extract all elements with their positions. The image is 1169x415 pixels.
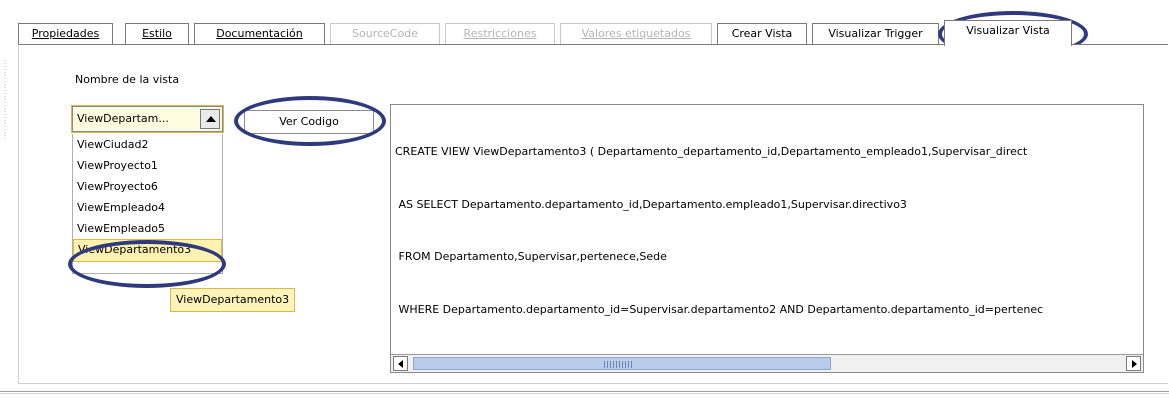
tab-documentacion[interactable]: Documentación (194, 23, 325, 44)
grip-icon (604, 361, 634, 368)
tab-restricciones[interactable]: Restricciones (445, 23, 555, 44)
tab-estilo[interactable]: Estilo (125, 23, 189, 44)
list-item[interactable]: ViewEmpleado5 (73, 218, 222, 239)
view-name-label: Nombre de la vista (75, 73, 180, 86)
view-combobox[interactable]: ViewDepartam... (71, 105, 224, 133)
list-item[interactable]: ViewEmpleado4 (73, 197, 222, 218)
window-edge (4, 60, 6, 140)
list-item[interactable]: ViewProyecto1 (73, 155, 222, 176)
list-item-selected[interactable]: ViewDepartamento3 (73, 239, 222, 262)
code-line: FROM Departamento,Supervisar,pertenece,S… (395, 250, 667, 263)
tab-visualizar-trigger[interactable]: Visualizar Trigger (812, 23, 939, 44)
scroll-right-button[interactable] (1126, 356, 1141, 371)
tab-visualizar-vista[interactable]: Visualizar Vista (944, 20, 1072, 46)
view-list[interactable]: ViewCiudad2 ViewProyecto1 ViewProyecto6 … (72, 134, 223, 274)
arrow-right-icon (1132, 360, 1137, 368)
code-line: CREATE VIEW ViewDepartamento3 ( Departam… (395, 145, 1028, 158)
tab-valores-etiquetados[interactable]: Valores etiquetados (560, 23, 712, 44)
code-line: WHERE Departamento.departamento_id=Super… (395, 302, 1044, 316)
sql-code-area[interactable]: CREATE VIEW ViewDepartamento3 ( Departam… (390, 104, 1144, 373)
code-lines: CREATE VIEW ViewDepartamento3 ( Departam… (395, 108, 1043, 353)
combo-toggle-button[interactable] (200, 109, 220, 129)
divider (0, 393, 1169, 394)
tab-propiedades[interactable]: Propiedades (18, 23, 113, 44)
divider (0, 391, 1169, 392)
list-item[interactable]: ViewProyecto6 (73, 176, 222, 197)
arrow-left-icon (398, 360, 403, 368)
ver-codigo-button[interactable]: Ver Codigo (244, 110, 374, 134)
tab-sourcecode[interactable]: SourceCode (330, 23, 440, 44)
code-line: AS SELECT Departamento.departamento_id,D… (395, 197, 907, 211)
scroll-left-button[interactable] (393, 356, 408, 371)
tab-crear-vista[interactable]: Crear Vista (717, 23, 807, 44)
triangle-up-icon (206, 116, 216, 122)
tab-bar: Propiedades Estilo Documentación SourceC… (18, 20, 1168, 46)
horizontal-scrollbar[interactable] (391, 354, 1143, 372)
combo-value: ViewDepartam... (77, 112, 169, 125)
list-item[interactable]: ViewCiudad2 (73, 134, 222, 155)
scroll-thumb[interactable] (413, 357, 831, 370)
tooltip: ViewDepartamento3 (170, 288, 296, 312)
